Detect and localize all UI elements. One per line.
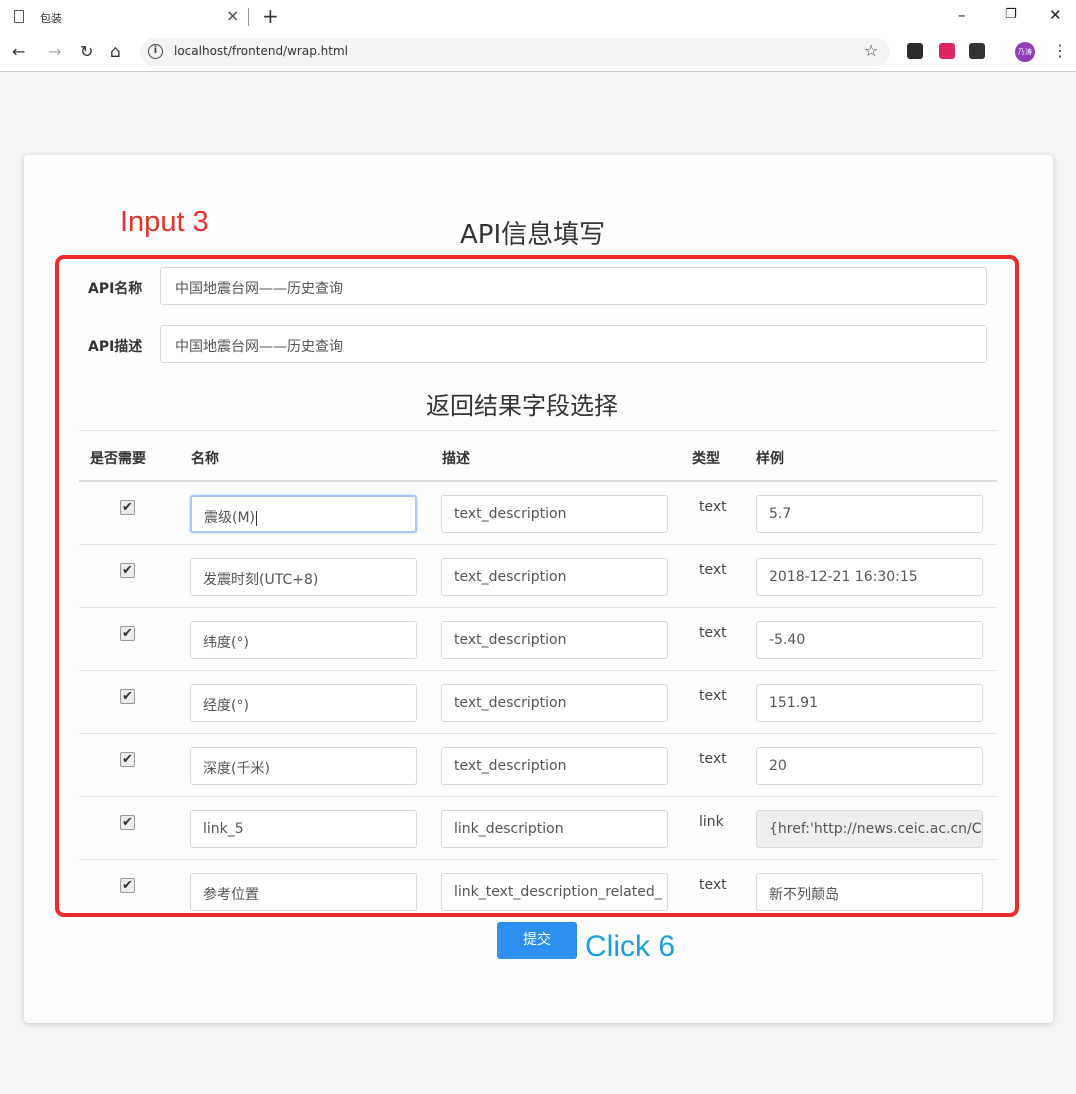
reload-icon[interactable]: ↻ <box>80 43 93 61</box>
browser-tab-bar: 包装 × + – ❐ ✕ <box>0 0 1076 34</box>
column-header-required: 是否需要 <box>90 451 146 467</box>
require-checkbox[interactable]: ✔ <box>120 500 135 515</box>
field-name-input[interactable]: link_5 <box>190 810 417 848</box>
field-type: link <box>699 814 724 830</box>
column-header-description: 描述 <box>442 451 470 467</box>
more-menu-icon[interactable]: ⋮ <box>1052 42 1068 60</box>
field-name-input[interactable]: 经度(°) <box>190 684 417 722</box>
profile-avatar[interactable]: 乃涛 <box>1015 42 1035 62</box>
field-name-input[interactable]: 发震时刻(UTC+8) <box>190 558 417 596</box>
field-description-input[interactable]: link_description <box>441 810 668 848</box>
minimize-icon[interactable]: – <box>958 5 966 25</box>
home-icon[interactable]: ⌂ <box>110 43 121 61</box>
table-row: ✔ 发震时刻(UTC+8) text_description text 2018… <box>79 545 997 608</box>
annotation-input-label: Input 3 <box>120 206 209 238</box>
info-icon[interactable]: i <box>148 44 163 59</box>
annotation-click-label: Click 6 <box>585 930 676 963</box>
field-name-input[interactable]: 参考位置 <box>190 873 417 911</box>
field-name-input[interactable]: 深度(千米) <box>190 747 417 785</box>
forward-icon[interactable]: → <box>48 43 61 61</box>
column-header-sample: 样例 <box>756 451 784 467</box>
field-sample-input[interactable]: 5.7 <box>756 495 983 533</box>
field-description-input[interactable]: text_description <box>441 558 668 596</box>
page-icon <box>14 10 24 23</box>
require-checkbox[interactable]: ✔ <box>120 563 135 578</box>
browser-toolbar: ← → ↻ ⌂ i localhost/frontend/wrap.html ☆… <box>0 34 1076 72</box>
api-name-label: API名称 <box>88 281 143 297</box>
require-checkbox[interactable]: ✔ <box>120 752 135 767</box>
bookmark-star-icon[interactable]: ☆ <box>864 41 878 60</box>
api-name-input[interactable]: 中国地震台网——历史查询 <box>160 267 987 305</box>
column-header-type: 类型 <box>692 451 720 467</box>
require-checkbox[interactable]: ✔ <box>120 878 135 893</box>
api-desc-input[interactable]: 中国地震台网——历史查询 <box>160 325 987 363</box>
require-checkbox[interactable]: ✔ <box>120 815 135 830</box>
dark-extension-icon[interactable] <box>969 43 985 59</box>
table-row: ✔ link_5 link_description link {href:'ht… <box>79 797 997 860</box>
pdf-extension-icon[interactable] <box>907 43 923 59</box>
browser-tab[interactable]: 包装 × <box>0 0 250 34</box>
field-description-input[interactable]: text_description <box>441 495 668 533</box>
submit-button[interactable]: 提交 <box>497 922 577 959</box>
require-checkbox[interactable]: ✔ <box>120 689 135 704</box>
url-text[interactable]: localhost/frontend/wrap.html <box>174 44 348 58</box>
new-tab-icon[interactable]: + <box>262 5 279 27</box>
text-cursor <box>256 510 258 526</box>
field-type: text <box>699 625 727 641</box>
field-type: text <box>699 877 727 893</box>
api-desc-label: API描述 <box>88 339 143 355</box>
tab-close-icon[interactable]: × <box>226 7 239 25</box>
page-title: API信息填写 <box>460 220 606 250</box>
require-checkbox[interactable]: ✔ <box>120 626 135 641</box>
field-description-input[interactable]: link_text_description_related_ <box>441 873 668 911</box>
field-type: text <box>699 751 727 767</box>
field-sample-input[interactable]: 20 <box>756 747 983 785</box>
tab-divider <box>248 8 249 26</box>
table-row: ✔ 经度(°) text_description text 151.91 <box>79 671 997 734</box>
field-type: text <box>699 688 727 704</box>
red-extension-icon[interactable] <box>939 43 955 59</box>
field-sample-input: {href:'http://news.ceic.ac.cn/C <box>756 810 983 848</box>
address-bar[interactable]: i localhost/frontend/wrap.html ☆ <box>140 38 890 66</box>
field-description-input[interactable]: text_description <box>441 747 668 785</box>
back-icon[interactable]: ← <box>12 43 25 61</box>
field-sample-input[interactable]: -5.40 <box>756 621 983 659</box>
close-window-icon[interactable]: ✕ <box>1049 5 1062 25</box>
field-type: text <box>699 499 727 515</box>
field-type: text <box>699 562 727 578</box>
restore-icon[interactable]: ❐ <box>1005 5 1017 25</box>
field-description-input[interactable]: text_description <box>441 684 668 722</box>
table-row: ✔ 参考位置 link_text_description_related_ te… <box>79 860 997 923</box>
field-description-input[interactable]: text_description <box>441 621 668 659</box>
column-header-name: 名称 <box>191 451 219 467</box>
section-title: 返回结果字段选择 <box>426 392 618 420</box>
field-sample-input[interactable]: 151.91 <box>756 684 983 722</box>
field-sample-input[interactable]: 2018-12-21 16:30:15 <box>756 558 983 596</box>
field-name-input[interactable]: 震级(M) <box>190 495 417 533</box>
table-row: ✔ 深度(千米) text_description text 20 <box>79 734 997 797</box>
field-sample-input[interactable]: 新不列颠岛 <box>756 873 983 911</box>
field-name-input[interactable]: 纬度(°) <box>190 621 417 659</box>
table-row: ✔ 震级(M) text_description text 5.7 <box>79 482 997 545</box>
table-header: 是否需要 名称 描述 类型 样例 <box>79 430 997 482</box>
tab-title: 包装 <box>40 12 62 25</box>
table-row: ✔ 纬度(°) text_description text -5.40 <box>79 608 997 671</box>
